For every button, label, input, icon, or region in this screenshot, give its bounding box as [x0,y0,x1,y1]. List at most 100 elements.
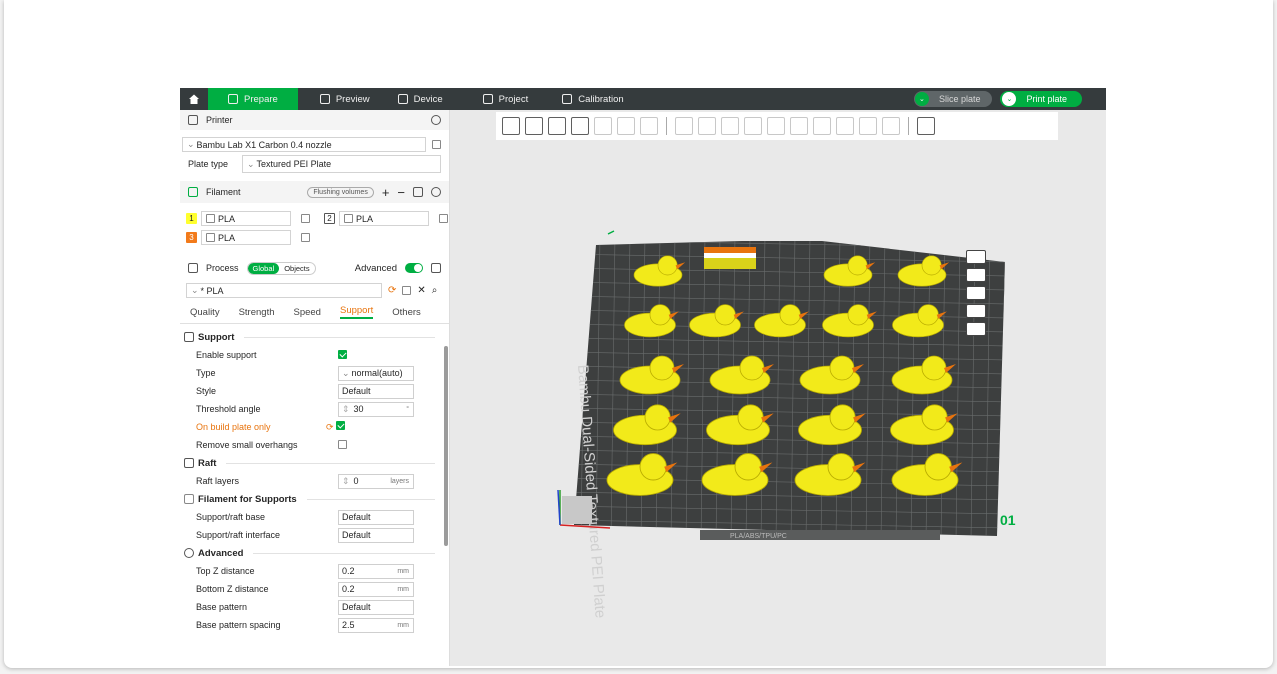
tab-preview[interactable]: Preview [298,88,384,110]
group-raft: Raft [180,454,449,472]
home-icon [189,94,199,104]
plate-side-tools [966,250,986,336]
filament-slot-2-badge: 2 [324,213,335,224]
option-label: Top Z distance [196,566,255,576]
arrange-plate-icon[interactable] [966,286,986,300]
tab-support[interactable]: Support [339,305,374,319]
bottom-z-input[interactable]: 0.2 mm [338,581,414,597]
plate-type-value: Textured PEI Plate [256,159,332,169]
filament-color-swatch[interactable] [206,233,215,242]
unit-label: ° [406,405,409,413]
chevron-down-icon[interactable]: ⌄ [1002,92,1017,106]
tab-strength[interactable]: Strength [239,307,275,318]
gear-icon[interactable] [431,187,441,197]
bottom-z-value: 0.2 [342,584,355,594]
support-base-option: Support/raft base Default [180,508,449,526]
chevron-down-icon: ⌄ [342,367,350,378]
chevron-down-icon: ⌄ [187,139,195,149]
remove-filament-icon[interactable]: − [397,185,405,200]
tab-others[interactable]: Others [392,307,421,318]
chevron-down-icon: ⌄ [191,285,199,295]
gear-icon[interactable] [431,115,441,125]
support-interface-select[interactable]: Default [338,527,414,543]
home-button[interactable] [180,88,208,110]
spin-icon[interactable]: ⇕ [342,476,350,487]
tab-calibration[interactable]: Calibration [542,88,637,110]
lock-icon[interactable] [966,304,986,318]
top-z-value: 0.2 [342,566,355,576]
spin-icon[interactable]: ⇕ [342,404,350,415]
option-label: Threshold angle [196,404,261,414]
3d-viewport[interactable]: Bambu Dual-Sided Textured PEI Plate 01 P… [450,110,1106,666]
reset-icon[interactable]: ⟳ [326,422,334,432]
tab-quality[interactable]: Quality [190,307,220,318]
process-preset: * PLA [200,285,224,296]
support-base-value: Default [342,512,371,522]
delete-plate-icon[interactable] [966,250,986,264]
filament-2-select[interactable]: PLA [339,211,429,226]
build-plate-only-checkbox[interactable] [335,421,345,430]
filament-color-swatch[interactable] [206,214,215,223]
edit-icon[interactable] [301,214,310,223]
option-label: On build plate only [196,422,271,432]
raft-layers-option: Raft layers ⇕ 0 layers [180,472,449,490]
process-preset-select[interactable]: ⌄ * PLA [186,283,382,298]
edit-icon[interactable] [439,214,448,223]
chevron-down-icon[interactable]: ⌄ [914,92,929,106]
tab-project[interactable]: Project [457,88,543,110]
tab-prepare[interactable]: Prepare [208,88,298,110]
sidebar-scrollbar[interactable] [444,346,448,546]
sync-icon[interactable] [413,187,423,197]
base-pattern-spacing-input[interactable]: 2.5 mm [338,617,414,633]
support-base-select[interactable]: Default [338,509,414,525]
filament-color-swatch[interactable] [344,214,353,223]
add-filament-icon[interactable]: + [382,185,390,200]
search-icon[interactable]: ⌕ [432,285,438,296]
filament-3-select[interactable]: PLA [201,230,291,245]
filament-section-header: Filament Flushing volumes + − [180,181,449,203]
type-select[interactable]: ⌄ normal(auto) [338,365,414,381]
remove-small-overhangs-option: Remove small overhangs [180,436,449,454]
edit-icon[interactable] [432,140,441,149]
flushing-volumes-button[interactable]: Flushing volumes [307,186,374,198]
plate-settings-icon[interactable] [966,268,986,282]
global-objects-switch[interactable]: Global Objects [246,261,316,275]
top-bar: Prepare Preview Device Project Calibrati… [180,88,1106,110]
filament-3-name: PLA [218,232,236,243]
print-plate-label: Print plate [1026,94,1067,104]
reset-icon[interactable]: ⟳ [388,285,396,296]
compare-icon[interactable] [431,263,441,273]
edit-icon[interactable] [301,233,310,242]
remove-small-overhangs-checkbox[interactable] [338,439,347,449]
unit-label: mm [397,567,409,575]
process-title: Process [206,263,239,273]
wipe-tower-orange [704,247,756,253]
tab-label: Device [413,93,443,105]
base-pattern-select[interactable]: Default [338,599,414,615]
plate-type-label: Plate type [188,159,229,169]
edit-plate-icon[interactable] [607,230,615,235]
base-pattern-value: Default [342,602,371,612]
top-z-input[interactable]: 0.2 mm [338,563,414,579]
tab-device[interactable]: Device [384,88,457,110]
close-icon[interactable]: ✕ [417,285,425,296]
printer-select[interactable]: ⌄ Bambu Lab X1 Carbon 0.4 nozzle [182,137,426,152]
plate-number: 01 [1000,512,1016,528]
objects-option[interactable]: Objects [279,263,314,274]
global-option[interactable]: Global [247,262,280,274]
tab-speed[interactable]: Speed [294,307,321,318]
advanced-toggle[interactable] [405,263,423,273]
project-icon [482,94,493,104]
style-select[interactable]: Default [338,383,414,399]
eye-icon[interactable] [966,322,986,336]
slice-plate-button[interactable]: ⌄ Slice plate [913,91,993,107]
save-icon[interactable] [402,286,412,295]
threshold-angle-input[interactable]: ⇕ 30 ° [338,401,414,417]
plate-type-select[interactable]: ⌄ Textured PEI Plate [242,155,441,173]
enable-support-checkbox[interactable] [338,349,347,359]
print-plate-button[interactable]: ⌄ Print plate [1000,91,1082,107]
group-filament-for-supports: Filament for Supports [180,490,449,508]
raft-layers-input[interactable]: ⇕ 0 layers [338,473,414,489]
raft-layers-value: 0 [353,476,359,486]
filament-1-select[interactable]: PLA [201,211,291,226]
